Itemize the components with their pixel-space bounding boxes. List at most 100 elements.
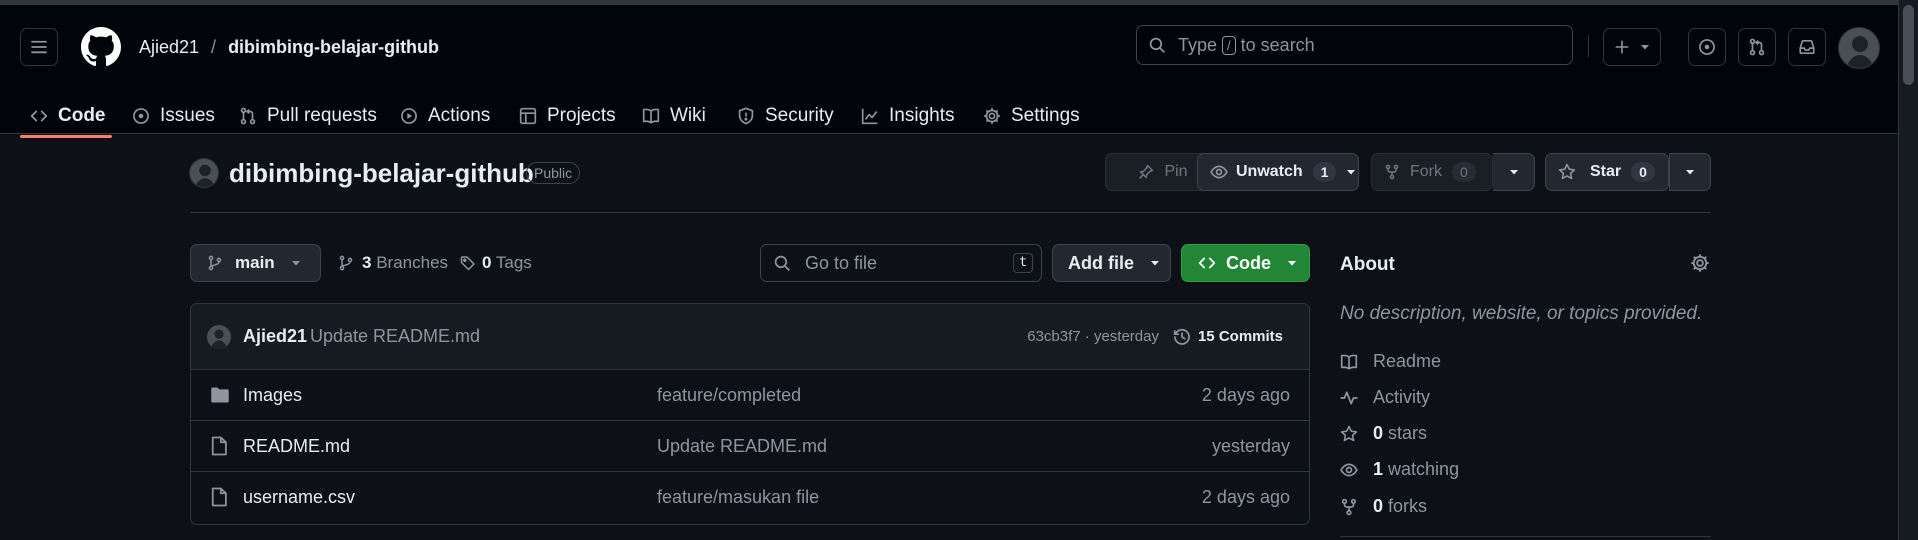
search-shortcut-key: / (1222, 35, 1236, 55)
issues-button[interactable] (1688, 28, 1726, 66)
activity-link[interactable]: Activity (1340, 387, 1430, 408)
file-row[interactable]: README.md Update README.md yesterday (190, 420, 1310, 471)
about-description: No description, website, or topics provi… (1340, 303, 1703, 324)
file-date: 2 days ago (1201, 384, 1290, 405)
branches-count: 3 (362, 253, 372, 272)
visibility-badge: Public (526, 162, 581, 184)
github-logo-icon[interactable] (81, 27, 121, 67)
tab-wiki[interactable]: Wiki (642, 93, 706, 139)
commits-link[interactable]: 15 Commits (1173, 328, 1283, 346)
activity-label: Activity (1373, 387, 1431, 407)
file-commit-message[interactable]: Update README.md (657, 436, 827, 457)
code-button[interactable]: Code (1181, 244, 1310, 282)
watching-link[interactable]: 1 watching (1340, 459, 1459, 480)
unwatch-button[interactable]: Unwatch 1 (1197, 153, 1359, 191)
avatar-icon (207, 325, 231, 349)
breadcrumb-repo[interactable]: dibimbing-belajar-github (228, 37, 439, 58)
go-to-file-input[interactable]: Go to file t (760, 244, 1042, 282)
tab-code[interactable]: Code (30, 93, 106, 139)
pulse-icon (1340, 391, 1358, 404)
file-name[interactable]: Images (243, 385, 302, 406)
branches-link[interactable]: 3 Branches (338, 253, 448, 273)
tags-link[interactable]: 0 Tags (460, 253, 532, 273)
avatar-icon (190, 159, 218, 187)
commit-hash-time[interactable]: 63cb3f7 · yesterday (1027, 328, 1159, 345)
search-placeholder-suffix: to search (1240, 34, 1315, 55)
commit-message[interactable]: Update README.md (310, 326, 480, 347)
watch-count: 1 (1312, 162, 1337, 182)
tab-actions[interactable]: Actions (400, 93, 490, 139)
menu-button[interactable] (20, 28, 58, 66)
tab-pull-requests[interactable]: Pull requests (239, 93, 377, 139)
file-row[interactable]: username.csv feature/masukan file 2 days… (190, 471, 1310, 522)
stars-link[interactable]: 0 stars (1340, 423, 1427, 444)
user-avatar[interactable] (1838, 27, 1880, 69)
about-separator (1340, 536, 1711, 537)
commit-author-avatar[interactable] (207, 325, 231, 349)
play-icon (401, 108, 417, 124)
caret-down-icon (1686, 170, 1694, 175)
gear-icon[interactable] (1690, 253, 1710, 273)
breadcrumb-owner[interactable]: Ajied21 (139, 37, 199, 58)
tab-projects[interactable]: Projects (519, 93, 616, 139)
commit-author[interactable]: Ajied21 (243, 326, 307, 347)
file-commit-message[interactable]: feature/completed (657, 385, 801, 406)
caret-down-icon (1347, 170, 1356, 175)
readme-link[interactable]: Readme (1340, 351, 1441, 372)
tab-projects-label: Projects (547, 105, 616, 126)
forks-count: 0 (1373, 496, 1384, 516)
star-button[interactable]: Star 0 (1545, 153, 1669, 191)
pull-request-icon (240, 107, 256, 125)
history-icon (1173, 328, 1190, 345)
star-dropdown-button[interactable] (1669, 153, 1711, 191)
scrollbar[interactable] (1898, 0, 1918, 540)
code-button-label: Code (1226, 252, 1271, 273)
search-icon (774, 255, 791, 271)
unwatch-label: Unwatch (1236, 163, 1303, 180)
watching-count: 1 (1373, 459, 1384, 479)
tab-security[interactable]: Security (737, 93, 834, 139)
tags-label: Tags (495, 253, 532, 272)
header-separator (190, 212, 1711, 213)
gear-icon (984, 108, 1000, 124)
fork-label: Fork (1410, 163, 1442, 180)
tab-settings[interactable]: Settings (983, 93, 1080, 139)
avatar-icon (1839, 28, 1879, 68)
forks-label: forks (1388, 496, 1428, 516)
search-placeholder-prefix: Type (1178, 34, 1218, 55)
scrollbar-thumb[interactable] (1903, 5, 1914, 85)
folder-icon (211, 387, 229, 403)
go-to-file-placeholder: Go to file (805, 252, 878, 273)
file-name[interactable]: username.csv (243, 487, 355, 508)
star-label: Star (1590, 163, 1622, 180)
fork-icon (1341, 498, 1357, 515)
caret-down-icon (291, 261, 300, 266)
tab-issues[interactable]: Issues (132, 93, 215, 139)
file-commit-message[interactable]: feature/masukan file (657, 487, 819, 508)
tab-insights[interactable]: Insights (861, 93, 954, 139)
book-icon (642, 108, 660, 124)
eye-icon (1340, 463, 1358, 476)
file-date: yesterday (1211, 435, 1290, 456)
issue-icon (133, 108, 149, 124)
tab-issues-label: Issues (160, 105, 215, 126)
fork-dropdown-button[interactable] (1493, 153, 1535, 191)
inbox-button[interactable] (1788, 28, 1826, 66)
caret-down-icon (1151, 261, 1159, 266)
breadcrumb: Ajied21 / dibimbing-belajar-github (139, 37, 439, 58)
create-new-button[interactable] (1603, 28, 1661, 66)
tab-settings-label: Settings (1011, 105, 1080, 126)
caret-down-icon (1288, 261, 1296, 266)
branch-selector[interactable]: main (190, 244, 321, 282)
forks-link[interactable]: 0 forks (1340, 496, 1427, 517)
file-row[interactable]: Images feature/completed 2 days ago (190, 369, 1310, 420)
tab-security-label: Security (765, 105, 834, 126)
caret-down-icon (1509, 170, 1518, 175)
file-name[interactable]: README.md (243, 436, 350, 457)
pull-requests-button[interactable] (1738, 28, 1776, 66)
stars-label: stars (1388, 423, 1428, 443)
repo-title[interactable]: dibimbing-belajar-github (229, 158, 534, 189)
fork-button[interactable]: Fork 0 (1371, 153, 1493, 191)
search-input[interactable]: Type / to search (1136, 25, 1573, 65)
add-file-button[interactable]: Add file (1052, 244, 1171, 282)
